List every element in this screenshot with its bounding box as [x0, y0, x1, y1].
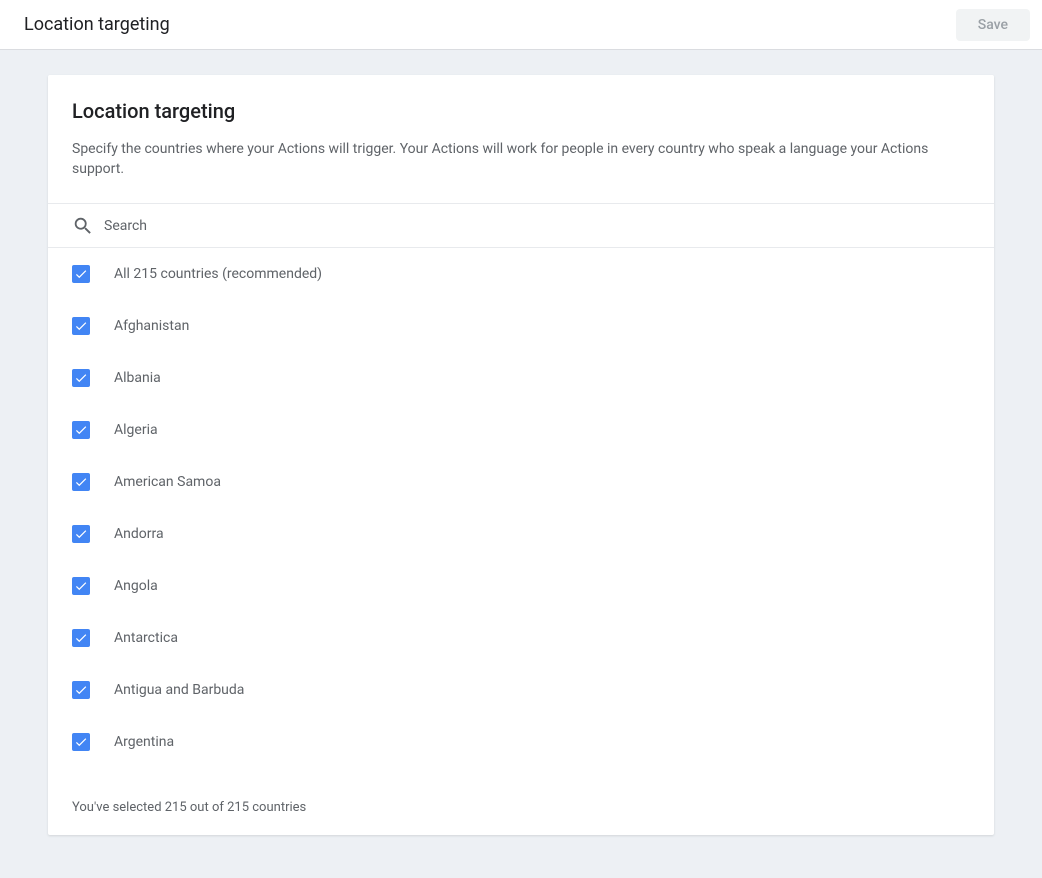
checkbox[interactable]	[72, 577, 90, 595]
item-label: Andorra	[114, 526, 164, 542]
item-label: Antigua and Barbuda	[114, 682, 244, 698]
checkbox[interactable]	[72, 421, 90, 439]
card-title: Location targeting	[72, 99, 970, 123]
list-item[interactable]: Albania	[48, 352, 994, 404]
checkbox[interactable]	[72, 369, 90, 387]
list-item[interactable]: Antigua and Barbuda	[48, 664, 994, 716]
checkbox[interactable]	[72, 733, 90, 751]
item-label: Afghanistan	[114, 318, 189, 334]
check-icon	[74, 683, 88, 697]
check-icon	[74, 631, 88, 645]
card-description: Specify the countries where your Actions…	[72, 139, 970, 179]
selection-summary: You've selected 215 out of 215 countries	[48, 780, 994, 835]
check-icon	[74, 735, 88, 749]
location-targeting-card: Location targeting Specify the countries…	[48, 75, 994, 835]
list-item[interactable]: American Samoa	[48, 456, 994, 508]
list-item[interactable]: Angola	[48, 560, 994, 612]
page-content: Location targeting Specify the countries…	[0, 50, 1042, 860]
card-header: Location targeting Specify the countries…	[48, 75, 994, 204]
check-icon	[74, 319, 88, 333]
checkbox[interactable]	[72, 681, 90, 699]
list-item[interactable]: Afghanistan	[48, 300, 994, 352]
check-icon	[74, 475, 88, 489]
item-label: Albania	[114, 370, 161, 386]
search-icon	[72, 215, 94, 237]
page-title: Location targeting	[24, 14, 170, 35]
item-label: Angola	[114, 578, 158, 594]
search-input[interactable]	[104, 214, 970, 238]
item-label: All 215 countries (recommended)	[114, 266, 322, 282]
list-item[interactable]: Antarctica	[48, 612, 994, 664]
checkbox[interactable]	[72, 317, 90, 335]
item-label: Algeria	[114, 422, 158, 438]
check-icon	[74, 579, 88, 593]
list-item[interactable]: All 215 countries (recommended)	[48, 248, 994, 300]
item-label: Antarctica	[114, 630, 178, 646]
scroll-spacer	[48, 768, 994, 780]
checkbox[interactable]	[72, 265, 90, 283]
list-item[interactable]: Algeria	[48, 404, 994, 456]
checkbox[interactable]	[72, 525, 90, 543]
check-icon	[74, 423, 88, 437]
search-row	[48, 204, 994, 248]
check-icon	[74, 371, 88, 385]
list-item[interactable]: Andorra	[48, 508, 994, 560]
item-label: American Samoa	[114, 474, 221, 490]
check-icon	[74, 267, 88, 281]
list-item[interactable]: Argentina	[48, 716, 994, 768]
checkbox[interactable]	[72, 629, 90, 647]
item-label: Argentina	[114, 734, 174, 750]
top-bar: Location targeting Save	[0, 0, 1042, 50]
checkbox[interactable]	[72, 473, 90, 491]
save-button[interactable]: Save	[956, 9, 1030, 41]
country-list[interactable]: All 215 countries (recommended) Afghanis…	[48, 248, 994, 780]
check-icon	[74, 527, 88, 541]
